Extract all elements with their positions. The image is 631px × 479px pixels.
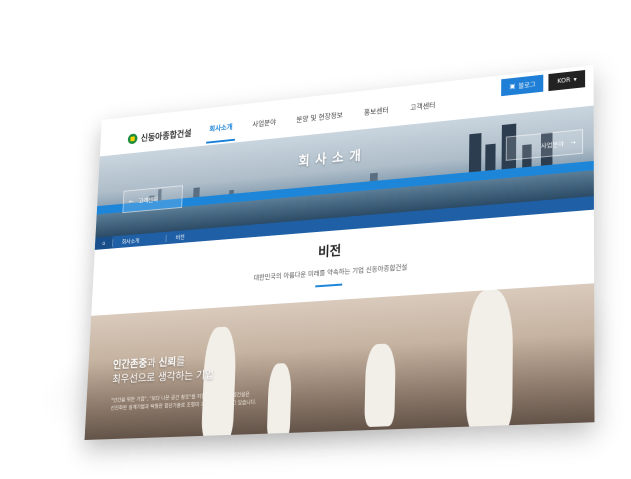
nav-item-business[interactable]: 사업분야 [252, 117, 276, 129]
nav-item-company[interactable]: 회사소개 [209, 122, 232, 134]
person-silhouette [201, 326, 237, 441]
header-buttons: ▣ 블로그 KOR ▾ [501, 70, 586, 97]
arrow-right-icon: → [570, 138, 576, 147]
language-select[interactable]: KOR ▾ [548, 70, 586, 92]
person-silhouette [364, 343, 396, 428]
prev-section-label: 고객센터 [138, 196, 159, 205]
person-silhouette [465, 288, 514, 434]
nav-item-sales[interactable]: 분양 및 현장정보 [296, 110, 343, 125]
language-label: KOR [557, 76, 571, 86]
photo-headline: 인간존중과 신뢰를 최우선으로 생각하는 기업 [112, 353, 215, 388]
arrow-left-icon: ← [128, 197, 134, 205]
next-section-label: 사업분야 [540, 140, 565, 150]
blog-icon: ▣ [509, 82, 516, 91]
blog-button-label: 블로그 [518, 81, 536, 91]
headline-particle: 를 [175, 355, 186, 368]
blog-button[interactable]: ▣ 블로그 [501, 74, 544, 97]
headline-particle: 과 [146, 356, 159, 370]
chevron-down-icon: ▾ [573, 75, 577, 84]
website-screen: 신동아종합건설 회사소개 사업분야 분양 및 현장정보 홍보센터 고객센터 ▣ … [84, 65, 595, 441]
logo-icon [127, 133, 138, 145]
perspective-stage: 신동아종합건설 회사소개 사업분야 분양 및 현장정보 홍보센터 고객센터 ▣ … [0, 0, 631, 477]
title-underline [315, 283, 343, 288]
site-logo[interactable]: 신동아종합건설 [127, 127, 192, 146]
nav-item-pr[interactable]: 홍보센터 [364, 105, 389, 117]
nav-item-support[interactable]: 고객센터 [410, 100, 436, 112]
headline-word-trust: 신뢰 [158, 355, 177, 369]
logo-text: 신동아종합건설 [140, 129, 192, 144]
headline-word-respect: 인간존중 [112, 357, 148, 371]
